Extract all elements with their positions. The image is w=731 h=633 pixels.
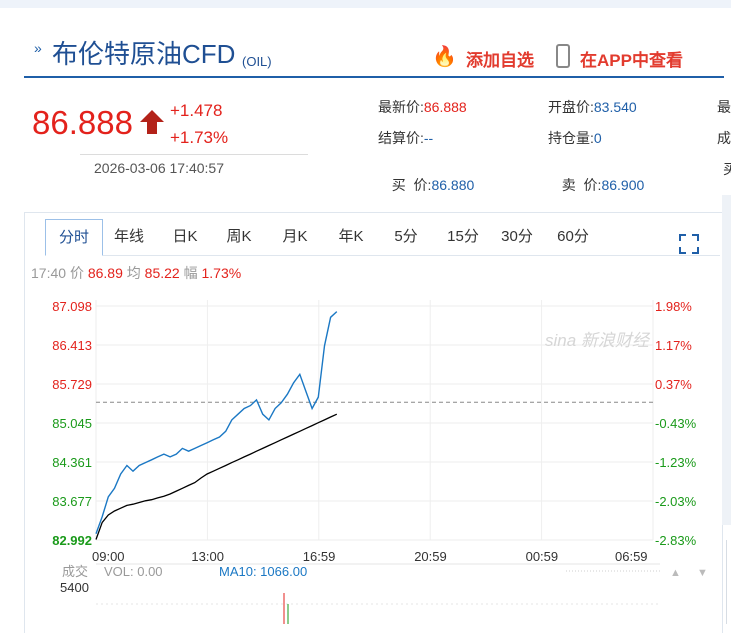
x-tick: 16:59: [303, 549, 336, 564]
y-tick-left: 85.729: [52, 377, 92, 392]
y-tick-left: 84.361: [52, 455, 92, 470]
volume-pane: 成交 VOL: 0.00 MA10: 1066.00 5400 ▲ ▼: [60, 563, 708, 624]
y-tick-left: 82.992: [52, 533, 92, 548]
y-tick-right: 1.17%: [655, 338, 692, 353]
y-axis-left: 87.098 86.413 85.729 85.045 84.361 83.677 82.9…: [52, 299, 92, 548]
y-tick-left: 86.413: [52, 338, 92, 353]
y-tick-right: 1.98%: [655, 299, 692, 314]
volume-label: 成交: [62, 564, 88, 579]
x-tick: 13:00: [191, 549, 224, 564]
y-tick-left: 83.677: [52, 494, 92, 509]
y-tick-right: -2.83%: [655, 533, 697, 548]
x-axis: 09:00 13:00 16:59 20:59 00:59 06:59: [92, 549, 648, 564]
x-tick: 20:59: [414, 549, 447, 564]
y-tick-right: 0.37%: [655, 377, 692, 392]
x-tick: 06:59: [615, 549, 648, 564]
x-tick: 00:59: [526, 549, 559, 564]
y-tick-right: -1.23%: [655, 455, 697, 470]
avg-price-line: [95, 413, 338, 540]
scroll-down-icon[interactable]: ▼: [697, 567, 708, 579]
y-tick-right: -2.03%: [655, 494, 697, 509]
vol-value: VOL: 0.00: [104, 564, 163, 579]
watermark: sina 新浪财经: [545, 331, 651, 350]
y-tick-left: 85.045: [52, 416, 92, 431]
y-tick-right: -0.43%: [655, 416, 697, 431]
intraday-chart: 87.098 86.413 85.729 85.045 84.361 83.677 82.9…: [52, 299, 708, 624]
x-tick: 09:00: [92, 549, 125, 564]
y-tick-left: 87.098: [52, 299, 92, 314]
y-axis-right: 1.98% 1.17% 0.37% -0.43% -1.23% -2.03% -2.83%: [655, 299, 697, 548]
scroll-up-icon[interactable]: ▲: [670, 567, 681, 579]
ma10-value: MA10: 1066.00: [219, 564, 307, 579]
volume-ytick: 5400: [60, 580, 89, 595]
